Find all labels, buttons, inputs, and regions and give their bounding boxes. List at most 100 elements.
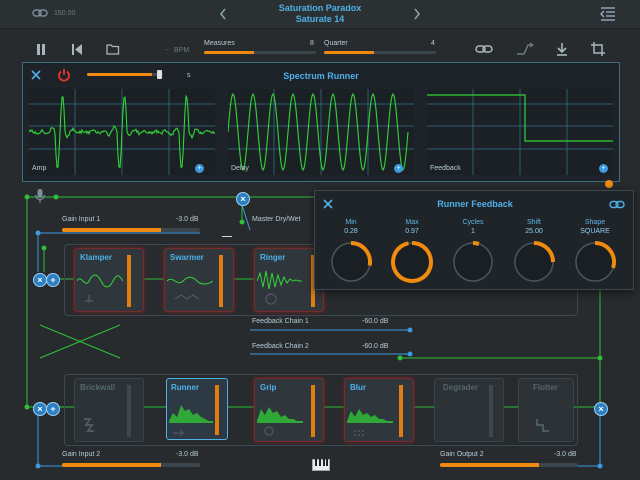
- feedback-chain-2-label: Feedback Chain 2: [252, 343, 309, 350]
- slot-brickwall[interactable]: Brickwall: [74, 378, 144, 442]
- slot-klamper-label: Klamper: [80, 253, 112, 262]
- delay-graph[interactable]: Delay +: [228, 89, 414, 175]
- slot-swarmer-label: Swarmer: [170, 253, 204, 262]
- gain-input-2-slider[interactable]: [62, 463, 200, 467]
- grip-fader[interactable]: [311, 385, 315, 437]
- knob-dial[interactable]: [570, 237, 620, 287]
- knob-shift[interactable]: Shift 25.00: [504, 219, 564, 285]
- slot-runner[interactable]: Runner: [166, 378, 228, 440]
- microphone-icon[interactable]: [34, 188, 46, 204]
- slot-grip[interactable]: Grip: [254, 378, 324, 442]
- delay-waveform: [228, 89, 414, 175]
- knob-max[interactable]: Max 0.97: [382, 219, 442, 285]
- master-dry-wet-label: Master Dry/Wet: [252, 216, 301, 223]
- grip-spectrum: [257, 391, 303, 437]
- knob-label: Cycles: [443, 219, 503, 226]
- degrader-fader[interactable]: [489, 385, 493, 437]
- blur-spectrum: [347, 391, 393, 437]
- klamper-fader[interactable]: [127, 255, 131, 307]
- feedback-chain-2-value: -60.0 dB: [362, 343, 388, 350]
- feedback-label: Feedback: [430, 165, 461, 172]
- piano-keyboard-icon[interactable]: [312, 459, 330, 471]
- runner-spectrum: [169, 391, 213, 437]
- amp-label: Amp: [32, 165, 46, 172]
- knob-cycles[interactable]: Cycles 1: [443, 219, 503, 285]
- knob-arc: [473, 243, 479, 244]
- gain-input-1-slider[interactable]: [62, 228, 200, 232]
- gain-output-2-slider[interactable]: [440, 463, 578, 467]
- power-icon[interactable]: [57, 68, 71, 82]
- gain-output-2-label: Gain Output 2: [440, 451, 484, 458]
- slot-blur[interactable]: Blur: [344, 378, 414, 442]
- popup-title: Runner Feedback: [395, 199, 555, 209]
- chain2-multiply-node[interactable]: ×: [33, 402, 47, 416]
- amp-waveform: [29, 89, 215, 175]
- gain-input-2-value: -3.0 dB: [176, 451, 199, 458]
- gain-input-1-value: -3.0 dB: [176, 216, 199, 223]
- chain2-add-node[interactable]: +: [46, 402, 60, 416]
- spectrum-title: Spectrum Runner: [241, 71, 401, 81]
- knob-dial[interactable]: [387, 237, 437, 287]
- delay-expand-icon[interactable]: +: [394, 164, 403, 173]
- feedback-chain-1-value: -60.0 dB: [362, 318, 388, 325]
- close-icon[interactable]: [31, 70, 41, 80]
- gain-output-2-value: -3.0 dB: [554, 451, 577, 458]
- gain-input-2-label: Gain Input 2: [62, 451, 100, 458]
- swarmer-fader[interactable]: [219, 255, 223, 307]
- popup-link-icon[interactable]: [609, 200, 625, 209]
- runner-fader[interactable]: [215, 385, 219, 435]
- gain-output-2-fill: [440, 463, 539, 467]
- slot-swarmer[interactable]: Swarmer: [164, 248, 234, 312]
- runner-feedback-popup: Runner Feedback Min 0.28 Max 0.97 Cycles 1 Shi…: [314, 190, 634, 290]
- brickwall-fader[interactable]: [127, 385, 131, 437]
- chain1-multiply-node[interactable]: ×: [33, 273, 47, 287]
- spectrum-slider-label: S: [187, 72, 191, 79]
- blur-fader[interactable]: [399, 385, 403, 437]
- knob-value: 25.00: [504, 228, 564, 235]
- feedback-expand-icon[interactable]: +: [599, 164, 608, 173]
- knob-shape[interactable]: Shape SQUARE: [565, 219, 625, 285]
- slot-brickwall-label: Brickwall: [80, 383, 115, 392]
- output-multiply-node[interactable]: ×: [594, 402, 608, 416]
- swarmer-waveform: [167, 265, 213, 309]
- knob-dial[interactable]: [326, 237, 376, 287]
- brickwall-icon: [81, 417, 101, 437]
- gain-input-1-fill: [62, 228, 161, 232]
- slot-flutter-label: Flutter: [533, 383, 558, 392]
- popup-close-icon[interactable]: [323, 199, 333, 209]
- slot-degrader[interactable]: Degrader: [434, 378, 504, 442]
- knob-value: 0.28: [321, 228, 381, 235]
- master-dry-wet-tick: [222, 236, 232, 237]
- knob-min[interactable]: Min 0.28: [321, 219, 381, 285]
- feedback-graph[interactable]: Feedback +: [427, 89, 613, 175]
- delay-label: Delay: [231, 165, 249, 172]
- knob-value: 1: [443, 228, 503, 235]
- spectrum-slider[interactable]: [87, 73, 163, 76]
- knob-label: Max: [382, 219, 442, 226]
- spectrum-slider-fill: [87, 73, 152, 76]
- knob-dial[interactable]: [509, 237, 559, 287]
- slot-flutter[interactable]: Flutter: [518, 378, 574, 442]
- gain-input-2-fill: [62, 463, 161, 467]
- knob-value: SQUARE: [565, 228, 625, 235]
- flutter-icon: [533, 417, 553, 437]
- master-mix-node[interactable]: ×: [236, 192, 250, 206]
- spectrum-runner-panel: S Spectrum Runner Amp + Delay + Feedback…: [22, 62, 620, 182]
- amp-expand-icon[interactable]: +: [195, 164, 204, 173]
- ringer-waveform: [257, 261, 305, 309]
- spectrum-output-node[interactable]: [605, 180, 613, 188]
- spectrum-slider-thumb[interactable]: [157, 70, 162, 79]
- slot-klamper[interactable]: Klamper: [74, 248, 144, 312]
- knob-dial[interactable]: [448, 237, 498, 287]
- chain1-add-node[interactable]: +: [46, 273, 60, 287]
- feedback-chain-1-label: Feedback Chain 1: [252, 318, 309, 325]
- klamper-waveform: [77, 265, 123, 309]
- amp-graph[interactable]: Amp +: [29, 89, 215, 175]
- feedback-waveform: [427, 89, 613, 175]
- slot-degrader-label: Degrader: [443, 383, 478, 392]
- knob-label: Min: [321, 219, 381, 226]
- knob-label: Shift: [504, 219, 564, 226]
- gain-input-1-label: Gain Input 1: [62, 216, 100, 223]
- knob-label: Shape: [565, 219, 625, 226]
- knob-value: 0.97: [382, 228, 442, 235]
